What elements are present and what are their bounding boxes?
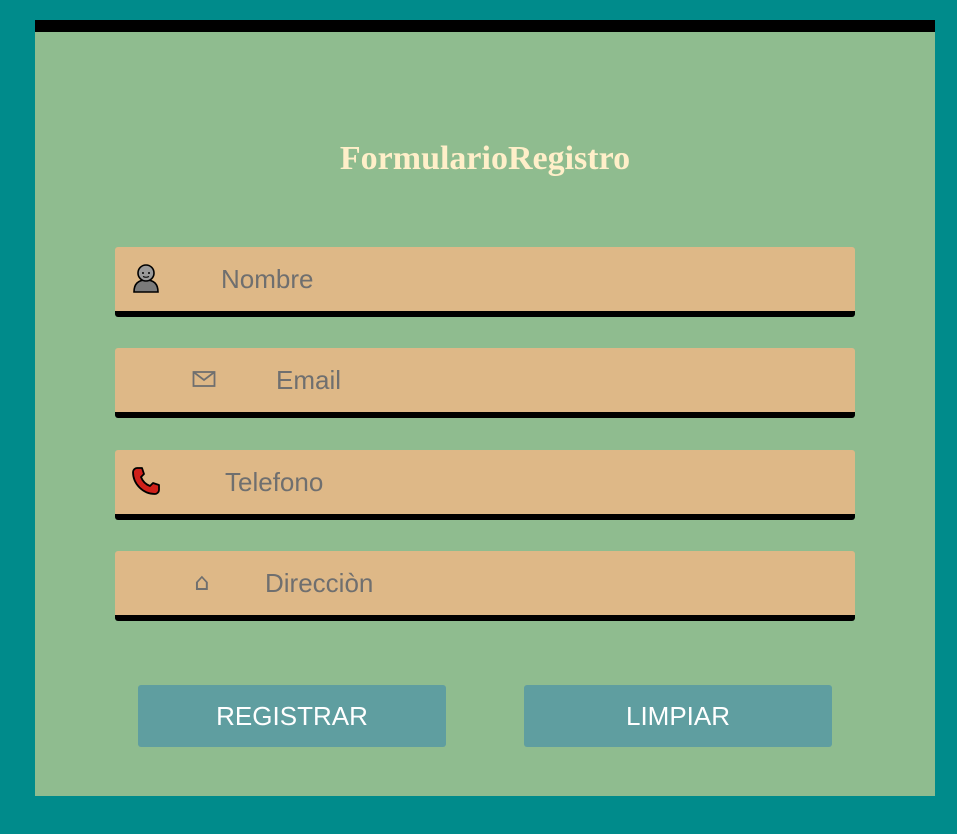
person-icon bbox=[131, 261, 161, 295]
envelope-icon bbox=[189, 362, 219, 396]
name-input[interactable] bbox=[221, 247, 845, 311]
address-field: ⌂ bbox=[115, 551, 855, 621]
phone-input[interactable] bbox=[225, 450, 845, 514]
form-title: FormularioRegistro bbox=[339, 140, 631, 177]
clear-button[interactable]: LIMPIAR bbox=[524, 685, 832, 747]
register-button[interactable]: REGISTRAR bbox=[138, 685, 446, 747]
name-field bbox=[115, 247, 855, 317]
registration-form: FormularioRegistro Nombre Email Telefono… bbox=[35, 20, 935, 796]
house-icon: ⌂ bbox=[194, 568, 210, 596]
email-input[interactable] bbox=[276, 348, 845, 412]
phone-field bbox=[115, 450, 855, 520]
email-field bbox=[115, 348, 855, 418]
telephone-icon bbox=[131, 464, 161, 498]
address-input[interactable] bbox=[265, 551, 845, 615]
